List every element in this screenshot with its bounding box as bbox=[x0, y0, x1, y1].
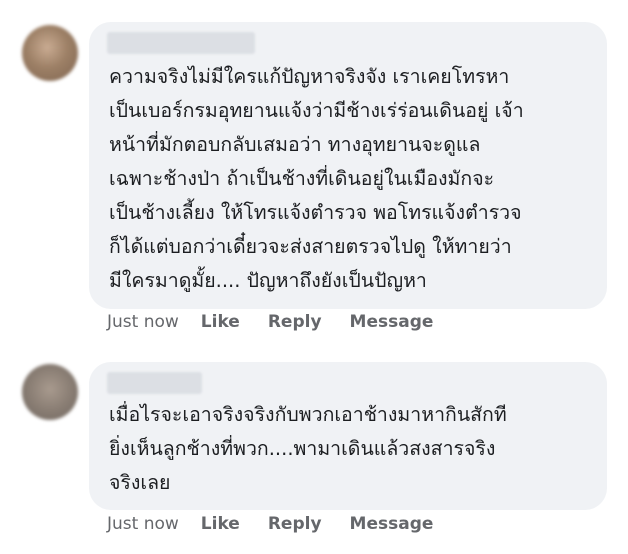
comment-actions: Just now Like Reply Message bbox=[107, 514, 433, 534]
comment-line: ก็ได้แต่บอกว่าเดี๋ยวจะส่งสายตรวจไปดู ให้… bbox=[109, 235, 512, 258]
comment-text: เมื่อไรจะเอาจริงจริงกับพวกเอาช้างมาหากิน… bbox=[109, 398, 591, 500]
comment-line: เฉพาะช้างป่า ถ้าเป็นช้างที่เดินอยู่ในเมื… bbox=[109, 167, 495, 190]
comment-actions: Just now Like Reply Message bbox=[107, 312, 433, 332]
comment-line: เป็นช้างเลี้ยง ให้โทรแจ้งตำรวจ พอโทรแจ้ง… bbox=[109, 201, 522, 224]
comment-timestamp[interactable]: Just now bbox=[107, 312, 179, 332]
like-button[interactable]: Like bbox=[201, 312, 240, 332]
commenter-avatar[interactable] bbox=[22, 25, 78, 81]
like-button[interactable]: Like bbox=[201, 514, 240, 534]
comment-line: ความจริงไม่มีใครแก้ปัญหาจริงจัง เราเคยโท… bbox=[109, 65, 510, 88]
comment-bubble: ความจริงไม่มีใครแก้ปัญหาจริงจัง เราเคยโท… bbox=[89, 22, 607, 309]
comment-bubble: เมื่อไรจะเอาจริงจริงกับพวกเอาช้างมาหากิน… bbox=[89, 362, 607, 510]
comment-line: จริงเลย bbox=[109, 471, 171, 494]
comment-line: เมื่อไรจะเอาจริงจริงกับพวกเอาช้างมาหากิน… bbox=[109, 403, 507, 426]
message-button[interactable]: Message bbox=[350, 312, 434, 332]
comment-line: มีใครมาดูมั้ย.... ปัญหาถึงยังเป็นปัญหา bbox=[109, 269, 427, 292]
comment-line: ยิ่งเห็นลูกช้างที่พวก....พามาเดินแล้วสงส… bbox=[109, 437, 496, 460]
comment-line: หน้าที่มักตอบกลับเสมอว่า ทางอุทยานจะดูแล bbox=[109, 133, 481, 156]
comment-line: เป็นเบอร์กรมอุทยานแจ้งว่ามีช้างเร่ร่อนเด… bbox=[109, 99, 524, 122]
commenter-name-redacted[interactable] bbox=[107, 32, 255, 54]
commenter-name-redacted[interactable] bbox=[107, 372, 202, 394]
reply-button[interactable]: Reply bbox=[268, 312, 322, 332]
commenter-avatar[interactable] bbox=[22, 364, 78, 420]
comment-text: ความจริงไม่มีใครแก้ปัญหาจริงจัง เราเคยโท… bbox=[109, 60, 591, 298]
message-button[interactable]: Message bbox=[350, 514, 434, 534]
comment-timestamp[interactable]: Just now bbox=[107, 514, 179, 534]
reply-button[interactable]: Reply bbox=[268, 514, 322, 534]
